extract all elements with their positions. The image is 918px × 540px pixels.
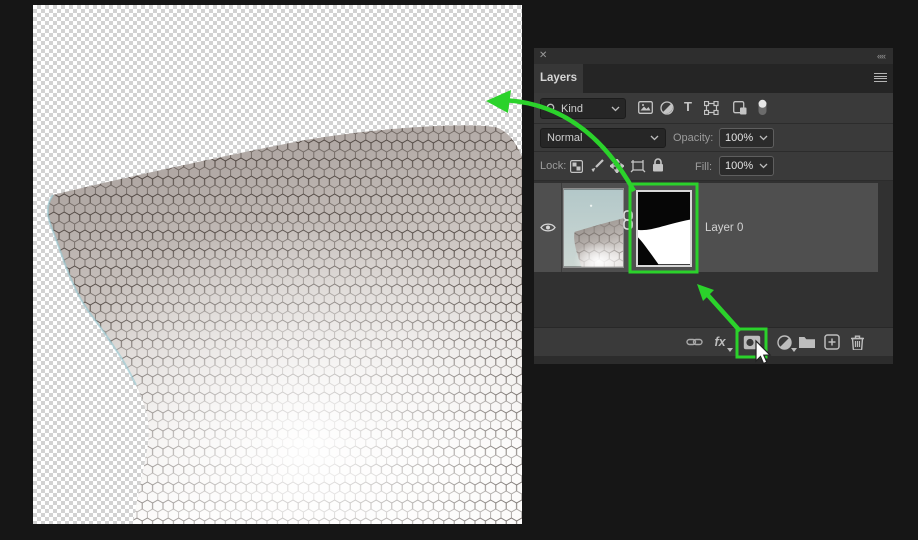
- layer-mask-thumbnail[interactable]: [636, 190, 692, 267]
- layers-panel: ✕ «« Layers Kind T: [534, 48, 893, 364]
- filter-toggle-icon[interactable]: [757, 99, 768, 116]
- layer-style-dropdown-mark: [727, 348, 733, 352]
- filter-smart-object-icon[interactable]: [733, 101, 747, 115]
- search-icon: [546, 103, 557, 114]
- fill-label: Fill:: [695, 161, 712, 173]
- layer-row[interactable]: Layer 0: [534, 183, 878, 272]
- layer-name[interactable]: Layer 0: [705, 183, 743, 272]
- blend-mode-dropdown[interactable]: Normal: [540, 128, 666, 148]
- tab-layers[interactable]: Layers: [534, 64, 583, 93]
- filter-kind-label: Kind: [561, 103, 583, 115]
- filter-shape-layer-icon[interactable]: [704, 101, 719, 115]
- document-canvas[interactable]: [33, 5, 522, 524]
- chevron-down-icon: [611, 106, 620, 112]
- opacity-label: Opacity:: [673, 132, 713, 144]
- new-group-icon[interactable]: [798, 333, 816, 351]
- layer-mask-link-icon[interactable]: [622, 210, 634, 235]
- panel-tab-bar: Layers: [534, 64, 893, 93]
- blend-mode-value: Normal: [547, 132, 582, 144]
- panel-header-strip: ✕ ««: [534, 48, 893, 64]
- filter-type-layer-icon[interactable]: T: [684, 99, 692, 114]
- eye-icon: [540, 222, 556, 233]
- chevron-down-icon: [650, 135, 659, 141]
- filter-row: Kind T: [534, 93, 893, 124]
- filter-pixel-layer-icon[interactable]: [638, 101, 653, 114]
- lock-pixels-icon[interactable]: [590, 159, 604, 173]
- lock-position-icon[interactable]: [610, 159, 624, 173]
- blend-row: Normal Opacity: 100%: [534, 124, 893, 152]
- visibility-cell[interactable]: [534, 183, 562, 272]
- add-layer-mask-icon[interactable]: [743, 333, 761, 351]
- chevron-down-icon: [759, 135, 768, 141]
- layers-list: Layer 0: [534, 181, 893, 327]
- delete-layer-icon[interactable]: [848, 333, 866, 351]
- lock-row: Lock: Fill: 100%: [534, 152, 893, 181]
- panel-toolbar: fx: [534, 327, 893, 356]
- close-icon[interactable]: ✕: [539, 49, 547, 63]
- filter-kind-dropdown[interactable]: Kind: [540, 98, 626, 119]
- opacity-value[interactable]: 100%: [719, 128, 774, 148]
- chevron-down-icon: [759, 163, 768, 169]
- lock-transparency-icon[interactable]: [570, 160, 583, 173]
- adjustment-dropdown-mark: [791, 348, 797, 352]
- lock-all-icon[interactable]: [652, 158, 664, 172]
- panel-menu-icon[interactable]: [874, 73, 887, 82]
- panel-bottom-edge: [534, 356, 893, 364]
- filter-adjustment-layer-icon[interactable]: [660, 101, 674, 115]
- lock-artboard-icon[interactable]: [630, 159, 646, 173]
- layer-thumbnail[interactable]: [563, 188, 624, 268]
- collapse-panels-icon[interactable]: ««: [877, 49, 885, 63]
- building-image: [33, 5, 522, 524]
- fill-value[interactable]: 100%: [719, 156, 774, 176]
- link-layers-icon[interactable]: [685, 333, 703, 351]
- lock-label: Lock:: [540, 160, 566, 172]
- new-layer-icon[interactable]: [823, 333, 841, 351]
